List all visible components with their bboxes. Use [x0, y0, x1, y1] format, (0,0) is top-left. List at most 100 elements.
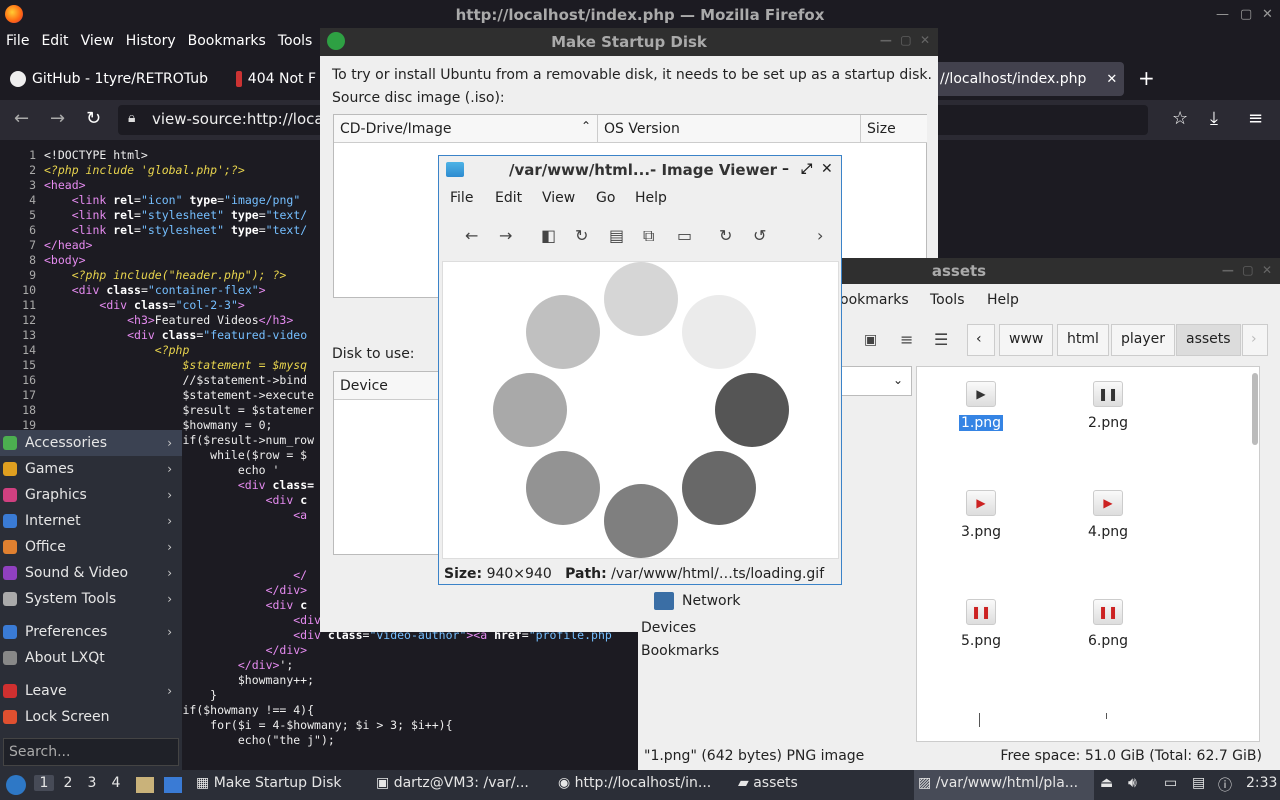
downloads-icon[interactable]: ⤓ [1210, 108, 1218, 129]
paste-icon[interactable]: ▭ [677, 226, 692, 245]
close-icon[interactable]: ✕ [821, 161, 833, 177]
menu-edit[interactable]: Edit [495, 190, 522, 206]
detailed-view-icon[interactable]: ☰ [934, 330, 948, 349]
clock[interactable]: 2:33 [1246, 775, 1277, 791]
menu-bookmarks[interactable]: Bookmarks [182, 30, 272, 49]
places-network[interactable]: Network [682, 593, 740, 609]
menu-file[interactable]: File [0, 30, 35, 49]
workspace-4[interactable]: 4 [106, 775, 126, 791]
menu-file[interactable]: File [450, 190, 473, 206]
network-tray-icon[interactable]: ▤ [1192, 775, 1205, 791]
taskbar-window-startup-disk[interactable]: ▦ Make Startup Disk [196, 775, 342, 791]
file-item[interactable]: ▶ 3.png [941, 490, 1021, 540]
maximize-icon[interactable]: ⤢ [801, 161, 812, 177]
workspace-1[interactable]: 1 [34, 775, 54, 791]
tab-404[interactable]: 404 Not F [228, 62, 324, 96]
close-icon[interactable]: ✕ [1262, 7, 1273, 22]
workspace-2[interactable]: 2 [58, 775, 78, 791]
menu-item-sound-video[interactable]: Sound & Video › [0, 560, 182, 586]
png-thumbnail-icon: ❚❚ [1093, 599, 1123, 625]
next-icon[interactable]: → [499, 226, 512, 245]
breadcrumb-forward[interactable]: › [1242, 324, 1268, 356]
menu-history[interactable]: History [120, 30, 182, 49]
taskbar-window-image-viewer[interactable]: ▨ /var/www/html/pla... [914, 770, 1094, 800]
column-header[interactable]: CD-Drive/Image ⌃ [334, 115, 598, 143]
taskbar-window-firefox[interactable]: ◉ http://localhost/in... [558, 775, 711, 791]
menu-item-about-lxqt[interactable]: About LXQt [0, 645, 182, 671]
app-menu-icon[interactable]: ≡ [1248, 108, 1263, 129]
breadcrumb-player[interactable]: player [1111, 324, 1176, 356]
menu-item-internet[interactable]: Internet › [0, 508, 182, 534]
tab-localhost[interactable]: //localhost/index.php ✕ [932, 62, 1124, 96]
column-header[interactable]: OS Version [598, 115, 861, 143]
save-icon[interactable]: ▤ [609, 226, 624, 245]
breadcrumb-back[interactable]: ‹ [967, 324, 995, 356]
window-controls[interactable]: — ▢ ✕ [880, 33, 930, 47]
menu-help[interactable]: Help [635, 190, 667, 206]
maximize-icon[interactable]: ▢ [1240, 7, 1252, 22]
previous-icon[interactable]: ← [465, 226, 478, 245]
menu-item-accessories[interactable]: Accessories › [0, 430, 182, 456]
tab-github[interactable]: GitHub - 1tyre/RETROTub [2, 62, 224, 96]
volume-icon[interactable]: 🔊︎ [1128, 775, 1137, 791]
places-dropdown[interactable]: ⌄ [838, 366, 912, 396]
tab-close-icon[interactable]: ✕ [1106, 72, 1117, 87]
menu-item-games[interactable]: Games › [0, 456, 182, 482]
clipboard-icon[interactable]: ▭ [1164, 775, 1177, 791]
file-item[interactable]: ▶ 1.png [941, 381, 1021, 431]
minimize-icon[interactable]: — [1216, 7, 1229, 22]
reload-icon[interactable]: ↻ [575, 226, 588, 245]
menu-go[interactable]: Go [596, 190, 615, 206]
rotate-counterclockwise-icon[interactable]: ↺ [753, 226, 766, 245]
application-menu: Accessories › Games › Graphics › Internet › Offi… [0, 430, 182, 772]
new-tab-button[interactable]: + [1138, 66, 1155, 90]
menu-help[interactable]: Help [987, 292, 1019, 308]
file-manager-launcher-icon[interactable] [136, 777, 154, 793]
breadcrumb-www[interactable]: www [999, 324, 1054, 356]
file-item[interactable]: ❚❚ 2.png [1068, 381, 1148, 431]
rotate-clockwise-icon[interactable]: ↻ [719, 226, 732, 245]
image-canvas[interactable] [442, 261, 839, 559]
open-file-icon[interactable]: ◧ [541, 226, 556, 245]
back-icon[interactable]: ← [14, 108, 29, 129]
start-menu-icon[interactable] [6, 775, 26, 795]
breadcrumb-html[interactable]: html [1057, 324, 1109, 356]
column-header[interactable]: Size [861, 115, 927, 143]
menu-view[interactable]: View [75, 30, 120, 49]
menu-item-preferences[interactable]: Preferences › [0, 619, 182, 645]
file-view[interactable]: ▶ 1.png ❚❚ 2.png ▶ 3.png ▶ 4.png ❚❚ 5.png ❚❚ 6.png [916, 366, 1260, 742]
taskbar-window-terminal[interactable]: ▣ dartz@VM3: /var/... [376, 775, 529, 791]
menu-tools[interactable]: Tools [272, 30, 319, 49]
file-item[interactable]: ❚❚ 5.png [941, 599, 1021, 649]
minimize-icon[interactable]: – [782, 161, 789, 177]
copy-icon[interactable]: ⧉ [643, 226, 654, 246]
icon-view-icon[interactable]: ▣ [864, 332, 877, 348]
loading-dot [682, 451, 757, 526]
file-item[interactable]: ❚❚ 6.png [1068, 599, 1148, 649]
more-tools-icon[interactable]: › [817, 226, 823, 245]
update-notifier-icon[interactable]: ⓘ [1218, 775, 1232, 795]
menu-search-input[interactable]: Search... [3, 738, 179, 766]
menu-bookmarks[interactable]: ookmarks [840, 292, 909, 308]
menu-item-leave[interactable]: Leave › [0, 678, 182, 704]
menu-item-lock-screen[interactable]: Lock Screen [0, 704, 182, 730]
desktop-icon[interactable] [164, 777, 182, 793]
reload-icon[interactable]: ↻ [86, 108, 101, 129]
menu-item-office[interactable]: Office › [0, 534, 182, 560]
menu-tools[interactable]: Tools [930, 292, 965, 308]
compact-view-icon[interactable]: ≡ [900, 330, 913, 349]
workspace-3[interactable]: 3 [82, 775, 102, 791]
breadcrumb-assets[interactable]: assets [1176, 324, 1241, 356]
menu-view[interactable]: View [542, 190, 575, 206]
page-info-icon[interactable]: 🔒︎ [128, 110, 135, 126]
menu-edit[interactable]: Edit [35, 30, 74, 49]
window-controls[interactable]: — ▢ ✕ [1222, 263, 1272, 277]
scrollbar-thumb[interactable] [1252, 373, 1258, 445]
taskbar-window-assets[interactable]: ▰ assets [738, 775, 798, 791]
forward-icon[interactable]: → [50, 108, 65, 129]
menu-item-system-tools[interactable]: System Tools › [0, 586, 182, 612]
tray-eject-icon[interactable]: ⏏ [1100, 775, 1113, 791]
file-item[interactable]: ▶ 4.png [1068, 490, 1148, 540]
bookmark-star-icon[interactable]: ☆ [1172, 108, 1188, 129]
menu-item-graphics[interactable]: Graphics › [0, 482, 182, 508]
